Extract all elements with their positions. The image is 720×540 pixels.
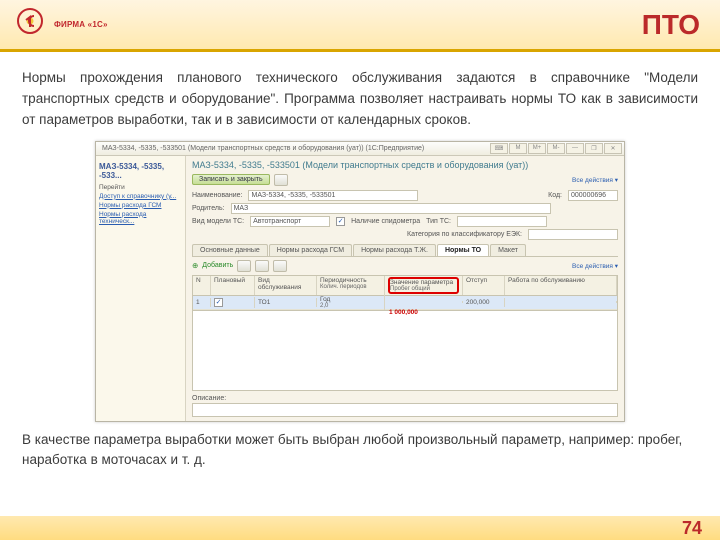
ts-type-label: Тип ТС: xyxy=(426,218,451,225)
nav-section-label: Перейти xyxy=(99,184,182,191)
col-param: Значение параметра Пробег общий xyxy=(385,276,463,295)
ezk-field[interactable] xyxy=(528,229,618,240)
model-type-field[interactable]: Автотранспорт xyxy=(250,216,330,227)
document-title: МАЗ-5334, -5335, -533501 (Модели транспо… xyxy=(192,160,618,170)
nav-link-access[interactable]: Доступ к справочнику (у... xyxy=(99,193,182,200)
grid-empty-area xyxy=(192,311,618,391)
delete-icon[interactable] xyxy=(237,260,251,272)
parent-label: Родитель: xyxy=(192,205,225,212)
tab-layout[interactable]: Макет xyxy=(490,244,526,256)
logo-subtitle: ФИРМА «1С» xyxy=(54,20,108,29)
close-icon[interactable]: ✕ xyxy=(604,143,622,154)
save-close-button[interactable]: Записать и закрыть xyxy=(192,174,270,185)
col-work: Работа по обслуживанию xyxy=(505,276,617,295)
minimize-icon[interactable]: — xyxy=(566,143,584,154)
col-plan: Плановый xyxy=(211,276,255,295)
nav-heading: МАЗ-5334, -5335, -533... xyxy=(99,162,182,180)
move-down-icon[interactable] xyxy=(273,260,287,272)
page-title: ПТО xyxy=(642,9,700,41)
col-period: Периодичность Колич. периодов xyxy=(317,276,385,295)
all-actions-link[interactable]: Все действия ▾ xyxy=(572,176,618,184)
tab-gsm[interactable]: Нормы расхода ГСМ xyxy=(269,244,352,256)
logo-1c-icon xyxy=(10,5,50,45)
table-row[interactable]: 1 ✓ ТО1 Год 2,0 1 000,000 200,000 xyxy=(193,296,617,310)
tab-to[interactable]: Нормы ТО xyxy=(437,244,489,256)
footer-paragraph: В качестве параметра выработки может быт… xyxy=(0,422,720,471)
mem-m[interactable]: М xyxy=(509,143,527,154)
window-title: МАЗ-5334, -5335, -533501 (Модели транспо… xyxy=(102,145,424,152)
col-n: N xyxy=(193,276,211,295)
add-button[interactable]: Добавить xyxy=(202,262,233,269)
parent-field[interactable]: МАЗ xyxy=(231,203,551,214)
logo: ФИРМА «1С» xyxy=(10,5,108,45)
code-label: Код: xyxy=(548,192,562,199)
save-icon[interactable] xyxy=(274,174,288,186)
highlighted-value: 1 000,000 xyxy=(389,309,418,316)
description-label: Описание: xyxy=(192,395,618,402)
slide-header: ФИРМА «1С» ПТО xyxy=(0,0,720,52)
code-field[interactable]: 000000696 xyxy=(568,190,618,201)
form-pane: МАЗ-5334, -5335, -533501 (Модели транспо… xyxy=(186,156,624,421)
add-icon[interactable]: ⊕ xyxy=(192,261,198,270)
left-nav-pane: МАЗ-5334, -5335, -533... Перейти Доступ … xyxy=(96,156,186,421)
tabs: Основные данные Нормы расхода ГСМ Нормы … xyxy=(192,244,618,257)
nav-link-gsm[interactable]: Нормы расхода ГСМ xyxy=(99,202,182,209)
intro-paragraph: Нормы прохождения планового технического… xyxy=(0,52,720,139)
window-titlebar: МАЗ-5334, -5335, -533501 (Модели транспо… xyxy=(96,142,624,156)
page-number: 74 xyxy=(682,518,702,539)
app-screenshot: МАЗ-5334, -5335, -533501 (Модели транспо… xyxy=(95,141,625,422)
ts-type-field[interactable] xyxy=(457,216,547,227)
speedometer-label: Наличие спидометра xyxy=(351,218,420,225)
highlighted-column: Значение параметра Пробег общий xyxy=(388,277,459,294)
speedometer-checkbox[interactable]: ✓ xyxy=(336,217,345,226)
calc-icon[interactable]: ⌨ xyxy=(490,143,508,154)
tab-main[interactable]: Основные данные xyxy=(192,244,268,256)
slide-footer: 74 xyxy=(0,516,720,540)
nav-link-tech[interactable]: Нормы расхода техническ... xyxy=(99,211,182,225)
mem-mm[interactable]: М- xyxy=(547,143,565,154)
ezk-label: Категория по классификатору ЕЭК: xyxy=(407,231,522,238)
mem-mp[interactable]: М+ xyxy=(528,143,546,154)
tab-tz[interactable]: Нормы расхода Т.Ж. xyxy=(353,244,436,256)
restore-icon[interactable]: ❐ xyxy=(585,143,603,154)
description-field[interactable] xyxy=(192,403,618,417)
model-type-label: Вид модели ТС: xyxy=(192,218,244,225)
name-label: Наименование: xyxy=(192,192,242,199)
move-up-icon[interactable] xyxy=(255,260,269,272)
name-field[interactable]: МАЗ-5334, -5335, -533501 xyxy=(248,190,418,201)
plan-checkbox[interactable]: ✓ xyxy=(214,298,223,307)
col-service: Вид обслуживания xyxy=(255,276,317,295)
to-grid: N Плановый Вид обслуживания Периодичност… xyxy=(192,275,618,311)
col-offset: Отступ xyxy=(463,276,505,295)
grid-all-actions[interactable]: Все действия ▾ xyxy=(572,262,618,270)
